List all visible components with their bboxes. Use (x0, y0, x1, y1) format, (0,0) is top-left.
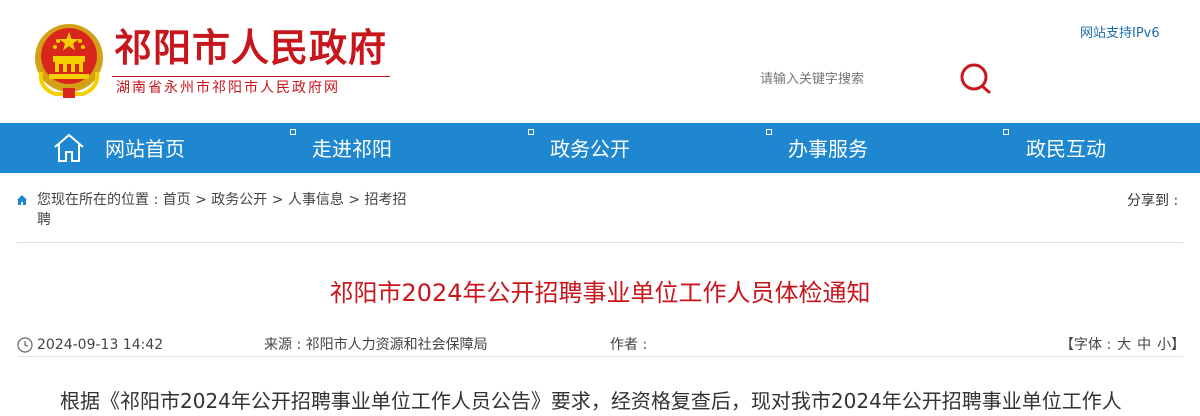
national-emblem-logo (35, 24, 103, 98)
font-size-label: 【字体 : (1060, 337, 1112, 353)
divider (17, 242, 1183, 243)
share-label: 分享到 : (1127, 193, 1179, 209)
search-icon[interactable] (955, 60, 995, 96)
home-small-icon (17, 195, 27, 205)
main-nav: 网站首页 走进祁阳 政务公开 办事服务 政民互动 (0, 123, 1200, 173)
nav-item-home[interactable]: 网站首页 (105, 123, 185, 173)
article-title: 祁阳市2024年公开招聘事业单位工作人员体检通知 (329, 279, 871, 307)
source: 来源 : 祁阳市人力资源和社会保障局 (264, 335, 488, 355)
nav-item-services[interactable]: 办事服务 (788, 123, 868, 173)
nav-dot (290, 129, 296, 135)
ipv6-support-link[interactable]: 网站支持IPv6 (1080, 22, 1160, 41)
article-body: 根据《祁阳市2024年公开招聘事业单位工作人员公告》要求，经资格复查后，现对我市… (60, 389, 1122, 413)
font-size-control: 【字体 : 大中小】 (1060, 335, 1185, 355)
nav-dot (766, 129, 772, 135)
source-value: 祁阳市人力资源和社会保障局 (305, 337, 488, 353)
site-title: 祁阳市人民政府 (114, 25, 388, 70)
search-input[interactable] (740, 64, 940, 94)
font-size-medium[interactable]: 中 (1137, 337, 1151, 353)
author-label: 作者 : (610, 337, 648, 353)
breadcrumb-separator: > (343, 192, 365, 208)
breadcrumb: 您现在所在的位置 : 首页 > 政务公开 > 人事信息 > 招考招聘 (37, 190, 407, 230)
breadcrumb-personnel[interactable]: 人事信息 (288, 192, 344, 208)
home-icon[interactable] (52, 132, 86, 164)
nav-item-gov-affairs[interactable]: 政务公开 (550, 123, 630, 173)
breadcrumb-prefix: 您现在所在的位置 : (37, 192, 163, 208)
meta-divider (17, 356, 1183, 357)
nav-dot (528, 129, 534, 135)
source-label: 来源 : (264, 337, 302, 353)
nav-item-interaction[interactable]: 政民互动 (1026, 123, 1106, 173)
font-size-close: 】 (1171, 337, 1186, 353)
breadcrumb-separator: > (267, 192, 288, 208)
font-size-large[interactable]: 大 (1117, 337, 1131, 353)
site-header: 祁阳市人民政府 湖南省永州市祁阳市人民政府网 网站支持IPv6 (0, 0, 1200, 123)
publish-date: 2024-09-13 14:42 (37, 337, 164, 353)
nav-item-about[interactable]: 走进祁阳 (312, 123, 392, 173)
breadcrumb-gov-affairs[interactable]: 政务公开 (211, 192, 267, 208)
breadcrumb-home[interactable]: 首页 (163, 192, 191, 208)
font-size-small[interactable]: 小 (1157, 337, 1171, 353)
nav-dot (1003, 129, 1009, 135)
clock-icon (17, 337, 33, 353)
author: 作者 : (610, 335, 647, 355)
breadcrumb-separator: > (190, 192, 212, 208)
site-subtitle: 湖南省永州市祁阳市人民政府网 (112, 76, 390, 98)
